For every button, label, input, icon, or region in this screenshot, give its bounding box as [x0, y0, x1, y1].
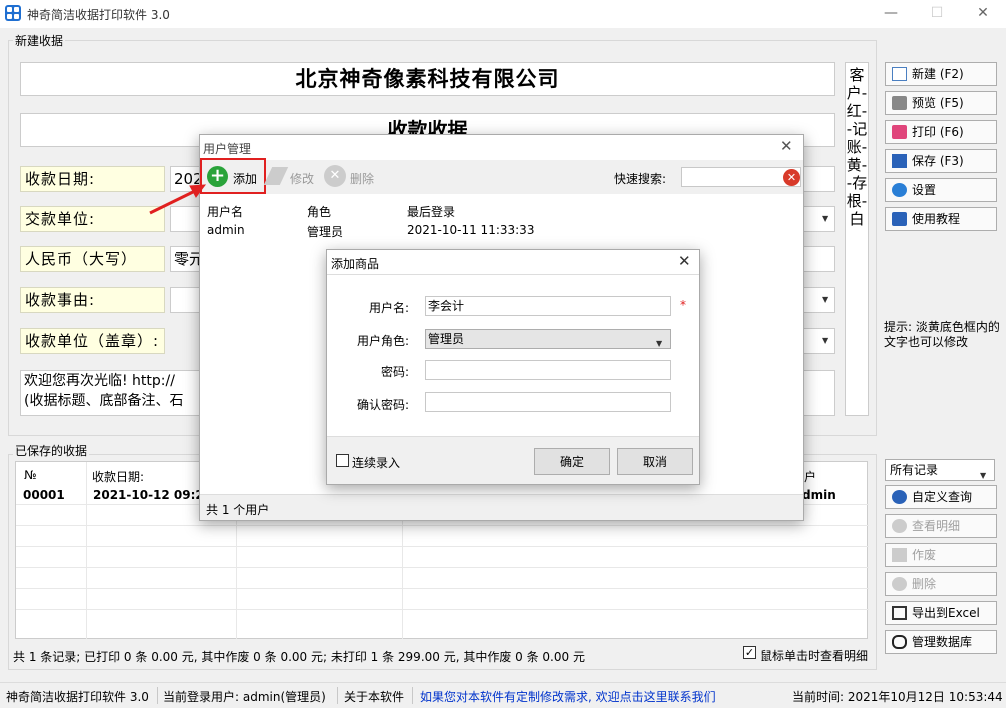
required-mark: *	[680, 298, 686, 312]
add-dialog-footer: 连续录入 确定 取消	[327, 436, 699, 484]
arrow-head-add	[189, 184, 207, 198]
role-label: 用户角色:	[356, 334, 409, 348]
password-input[interactable]	[425, 360, 671, 380]
confirm-password-input[interactable]	[425, 392, 671, 412]
add-user-dialog: 添加商品 ✕ 用户名: 李会计 * 用户角色: 管理员 ▼ 密码: 确认密码: …	[326, 249, 700, 485]
cancel-button[interactable]: 取消	[617, 448, 693, 475]
username-input[interactable]: 李会计	[425, 296, 671, 316]
arrow-to-add	[149, 189, 196, 215]
chevron-down-icon: ▼	[656, 339, 663, 348]
password-label: 密码:	[380, 365, 409, 379]
continuous-checkbox[interactable]	[336, 454, 349, 467]
continuous-label[interactable]: 连续录入	[352, 454, 400, 471]
role-select[interactable]: 管理员 ▼	[425, 329, 671, 349]
confirm-password-label: 确认密码:	[356, 398, 409, 412]
add-dialog-title: 添加商品	[331, 257, 380, 271]
username-label: 用户名:	[368, 301, 409, 315]
ok-button[interactable]: 确定	[534, 448, 610, 475]
close-icon[interactable]: ✕	[678, 252, 691, 270]
